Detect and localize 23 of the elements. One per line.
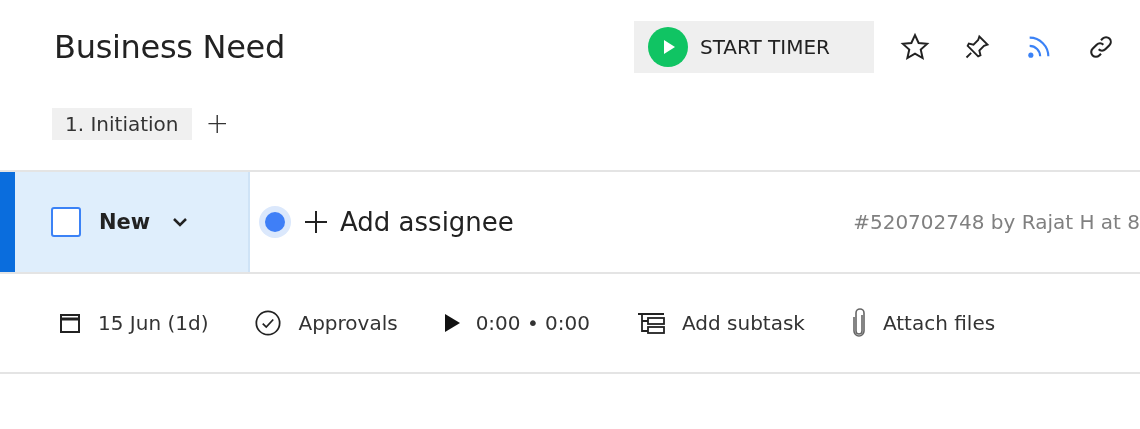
stage-chip[interactable]: 1. Initiation: [52, 108, 192, 140]
status-checkbox[interactable]: [51, 207, 81, 237]
add-stage-button[interactable]: +: [205, 110, 229, 138]
calendar-icon: [58, 311, 82, 335]
attach-action[interactable]: Attach files: [850, 308, 996, 338]
time-action[interactable]: 0:00 • 0:00: [443, 311, 590, 335]
page-title: Business Need: [54, 28, 286, 66]
task-meta-text: #520702748 by Rajat H at 8: [853, 210, 1140, 234]
play-icon: [648, 27, 688, 67]
dot-icon: [258, 205, 292, 239]
star-icon[interactable]: [900, 32, 930, 62]
status-dropdown[interactable]: New: [99, 210, 189, 234]
chevron-down-icon: [172, 217, 189, 227]
plus-icon: [304, 210, 328, 234]
check-circle-icon: [254, 309, 283, 337]
subtask-icon: [635, 311, 666, 335]
approvals-action[interactable]: Approvals: [254, 309, 398, 337]
subtask-action[interactable]: Add subtask: [635, 311, 805, 335]
start-timer-button[interactable]: START TIMER: [634, 21, 874, 73]
add-assignee-button[interactable]: Add assignee: [258, 205, 514, 239]
paperclip-icon: [850, 308, 867, 338]
play-icon: [443, 314, 460, 332]
date-action[interactable]: 15 Jun (1d): [58, 311, 209, 335]
